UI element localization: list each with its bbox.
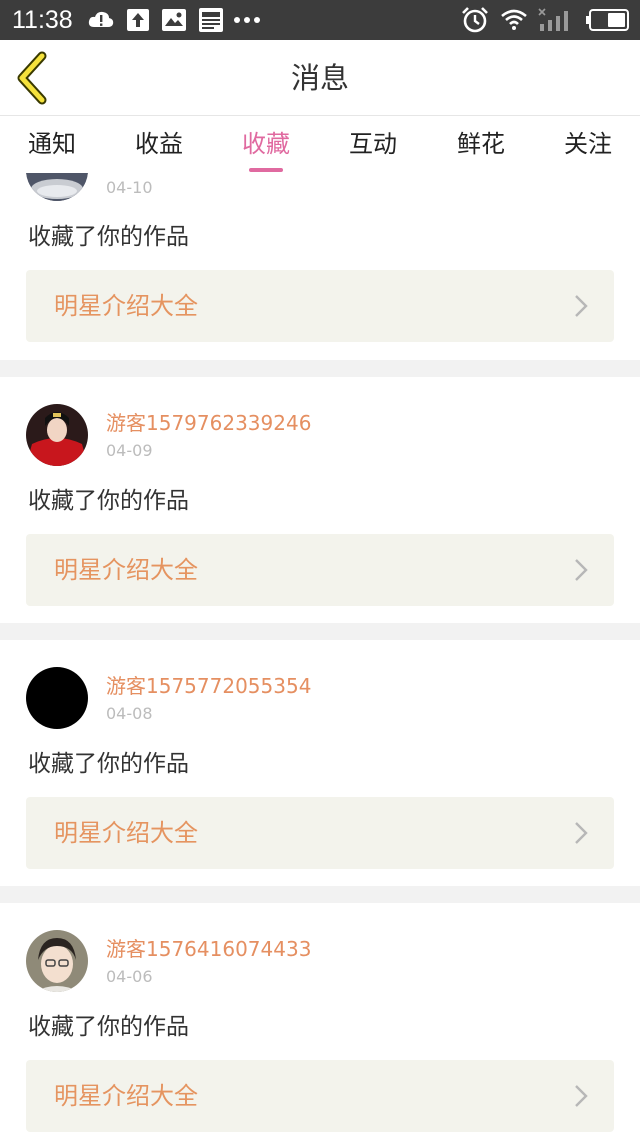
news-icon [199, 8, 223, 32]
message-date: 04-08 [106, 704, 153, 723]
work-title: 明星介绍大全 [54, 819, 198, 847]
avatar[interactable] [26, 667, 88, 729]
active-tab-indicator [249, 168, 283, 172]
message-list[interactable]: 04-10 收藏了你的作品 明星介绍大全 游客1579762339246 04-… [0, 173, 640, 1138]
message-action: 收藏了你的作品 [28, 751, 189, 777]
alarm-icon [462, 7, 488, 33]
more-dots-icon [234, 17, 260, 23]
work-title: 明星介绍大全 [54, 556, 198, 584]
header-bar: 消息 [0, 40, 640, 116]
list-item: 04-10 收藏了你的作品 明星介绍大全 [0, 173, 640, 360]
username[interactable]: 游客1575772055354 [106, 674, 311, 698]
message-date: 04-09 [106, 441, 153, 460]
avatar[interactable] [26, 404, 88, 466]
username[interactable]: 游客1579762339246 [106, 411, 311, 435]
status-time: 11:38 [12, 6, 73, 34]
list-item: 游客1575772055354 04-08 收藏了你的作品 明星介绍大全 [0, 640, 640, 886]
signal-icon [538, 8, 568, 31]
tab-interactions[interactable]: 互动 [335, 117, 411, 173]
chevron-right-icon [575, 295, 588, 317]
tab-bar: 通知 收益 收藏 互动 鲜花 关注 [0, 117, 640, 173]
tab-notifications[interactable]: 通知 [14, 117, 90, 173]
work-link[interactable]: 明星介绍大全 [26, 1060, 614, 1132]
tab-favorites[interactable]: 收藏 [228, 117, 304, 173]
list-item: 游客1579762339246 04-09 收藏了你的作品 明星介绍大全 [0, 377, 640, 623]
page-title: 消息 [290, 61, 349, 95]
work-link[interactable]: 明星介绍大全 [26, 534, 614, 606]
chevron-right-icon [575, 1085, 588, 1107]
divider [0, 623, 640, 640]
message-action: 收藏了你的作品 [28, 488, 189, 514]
divider [0, 886, 640, 903]
work-title: 明星介绍大全 [54, 1082, 198, 1110]
image-icon [162, 9, 186, 31]
list-item: 游客1576416074433 04-06 收藏了你的作品 明星介绍大全 [0, 903, 640, 1138]
battery-icon [586, 9, 629, 31]
avatar[interactable] [26, 930, 88, 992]
message-date: 04-06 [106, 967, 153, 986]
status-bar: 11:38 [0, 0, 640, 40]
tab-earnings[interactable]: 收益 [121, 117, 197, 173]
message-action: 收藏了你的作品 [28, 224, 189, 250]
cloud-alert-icon [88, 11, 114, 27]
work-title: 明星介绍大全 [54, 292, 198, 320]
chevron-right-icon [575, 822, 588, 844]
divider [0, 360, 640, 377]
work-link[interactable]: 明星介绍大全 [26, 270, 614, 342]
message-action: 收藏了你的作品 [28, 1014, 189, 1040]
upload-icon [127, 9, 149, 31]
username[interactable]: 游客1576416074433 [106, 937, 311, 961]
avatar[interactable] [26, 173, 88, 201]
message-date: 04-10 [106, 178, 153, 197]
chevron-right-icon [575, 559, 588, 581]
wifi-icon [501, 9, 527, 30]
work-link[interactable]: 明星介绍大全 [26, 797, 614, 869]
tab-flowers[interactable]: 鲜花 [443, 117, 519, 173]
tab-following[interactable]: 关注 [550, 117, 626, 173]
